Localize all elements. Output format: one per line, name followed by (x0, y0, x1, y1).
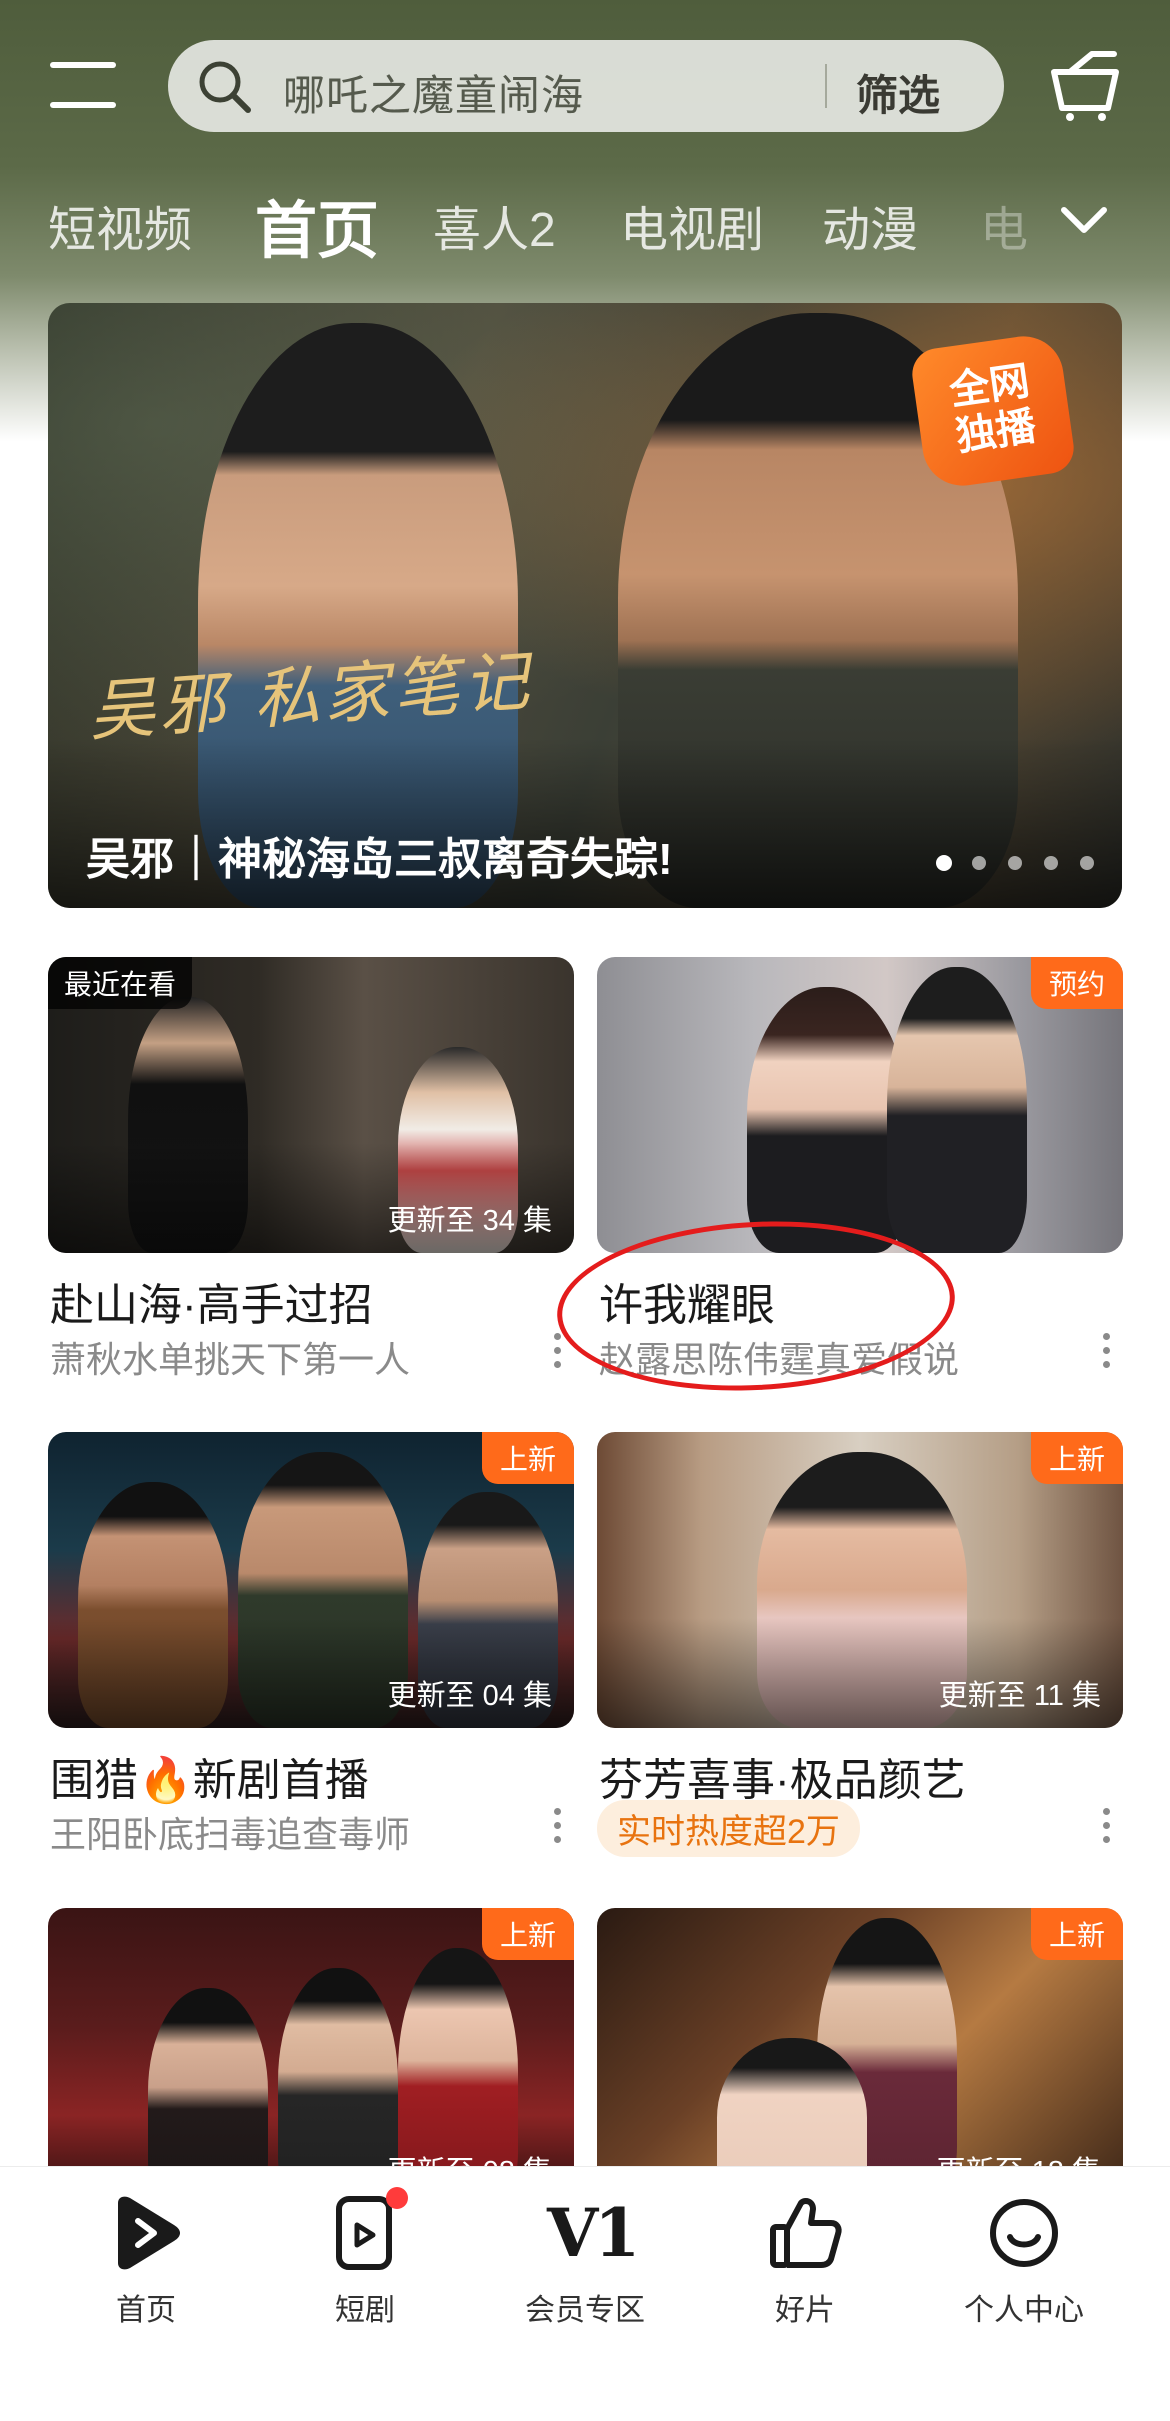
video-thumbnail[interactable]: 预约 (597, 957, 1123, 1253)
new-release-badge: 上新 (481, 1908, 574, 1960)
more-options-icon[interactable] (1101, 1806, 1111, 1846)
thumbnail-figure (887, 967, 1027, 1253)
chevron-down-icon[interactable] (1058, 200, 1110, 240)
video-thumbnail[interactable]: 上新 更新至 08 集 (48, 1908, 574, 2204)
carousel-dot (1044, 856, 1058, 870)
video-thumbnail[interactable]: 最近在看 更新至 34 集 (48, 957, 574, 1253)
card-subtitle: 萧秋水单挑天下第一人 (50, 1339, 411, 1380)
tab-movie[interactable]: 电 (980, 190, 1028, 260)
nav-item-good-picks[interactable]: 好片 (720, 2195, 890, 2327)
new-release-badge: 上新 (481, 1432, 574, 1484)
recently-watched-badge: 最近在看 (48, 957, 193, 1009)
video-card[interactable]: 上新 更新至 11 集 芬芳喜事·极品颜艺 实时热度超2万 (597, 1432, 1123, 1857)
nav-item-vip[interactable]: V1 会员专区 (500, 2194, 670, 2327)
more-options-icon[interactable] (552, 1331, 562, 1371)
video-thumbnail[interactable]: 上新 更新至 04 集 (48, 1432, 574, 1728)
new-release-badge: 上新 (1030, 1908, 1123, 1960)
reserve-badge: 预约 (1030, 957, 1123, 1009)
card-title: 围猎🔥新剧首播 (50, 1756, 369, 1805)
more-options-icon[interactable] (552, 1806, 562, 1846)
video-thumbnail[interactable]: 上新 更新至 11 集 (597, 1432, 1123, 1728)
video-card[interactable]: 上新 更新至 04 集 围猎🔥新剧首播 王阳卧底扫毒追查毒师 (48, 1432, 574, 1855)
thumbs-up-icon (770, 2198, 842, 2268)
menu-icon[interactable] (50, 62, 116, 110)
carousel-dot-active (936, 855, 952, 871)
filter-button[interactable]: 筛选 (856, 62, 940, 123)
shopping-cart-icon[interactable] (1048, 50, 1122, 122)
video-card[interactable]: 预约 许我耀眼 赵露思陈伟霆真爱假说 (597, 957, 1123, 1380)
nav-label: 会员专区 (525, 2294, 645, 2327)
tab-anime[interactable]: 动漫 (822, 190, 918, 260)
category-tabs: 短视频 首页 喜人2 电视剧 动漫 电 (0, 170, 1170, 270)
smile-face-icon (990, 2199, 1058, 2267)
search-bar[interactable]: 哪吒之魔童闹海 筛选 (168, 40, 1004, 132)
popularity-chip: 实时热度超2万 (597, 1800, 860, 1857)
card-subtitle: 王阳卧底扫毒追查毒师 (50, 1814, 411, 1855)
bottom-navigation: 首页 短剧 V1 会员专区 好片 个人中心 (0, 2166, 1170, 2421)
vip-v1-icon: V1 (547, 2194, 640, 2272)
episode-count: 更新至 34 集 (387, 1205, 552, 1237)
nav-label: 首页 (116, 2294, 176, 2327)
carousel-dot (1008, 856, 1022, 870)
video-card[interactable]: 上新 更新至 08 集 (48, 1908, 574, 2204)
tab-short-video[interactable]: 短视频 (48, 190, 192, 260)
new-release-badge: 上新 (1030, 1432, 1123, 1484)
tab-xiren2[interactable]: 喜人2 (433, 190, 556, 260)
card-title: 赴山海·高手过招 (50, 1281, 373, 1330)
carousel-dot (972, 856, 986, 870)
video-thumbnail[interactable]: 上新 更新至 18 集 (597, 1908, 1123, 2204)
nav-item-short-drama[interactable]: 短剧 (280, 2187, 450, 2327)
nav-item-home[interactable]: 首页 (61, 2195, 231, 2327)
hero-banner[interactable]: 吴邪 私家笔记 全网 独播 吴邪｜神秘海岛三叔离奇失踪! (48, 303, 1122, 908)
carousel-indicator[interactable] (936, 855, 1106, 872)
episode-count: 更新至 11 集 (938, 1680, 1101, 1712)
video-card[interactable]: 最近在看 更新至 34 集 赴山海·高手过招 萧秋水单挑天下第一人 (48, 957, 574, 1380)
nav-item-profile[interactable]: 个人中心 (939, 2195, 1109, 2327)
carousel-dot (1080, 856, 1094, 870)
card-title: 芬芳喜事·极品颜艺 (599, 1756, 966, 1805)
exclusive-badge: 全网 独播 (908, 331, 1078, 491)
search-icon (199, 61, 251, 113)
nav-label: 好片 (775, 2294, 835, 2327)
video-card[interactable]: 上新 更新至 18 集 (597, 1908, 1123, 2204)
more-options-icon[interactable] (1101, 1331, 1111, 1371)
search-input[interactable]: 哪吒之魔童闹海 (283, 62, 584, 123)
search-divider (825, 64, 827, 108)
episode-count: 更新至 04 集 (387, 1680, 552, 1712)
nav-label: 个人中心 (964, 2294, 1084, 2327)
thumbnail-figure (747, 987, 907, 1253)
play-logo-icon (118, 2196, 180, 2270)
tab-tv-series[interactable]: 电视剧 (620, 190, 764, 260)
nav-label: 短剧 (335, 2294, 395, 2327)
notification-dot (386, 2187, 408, 2209)
tab-home[interactable]: 首页 (255, 180, 379, 270)
banner-caption: 吴邪｜神秘海岛三叔离奇失踪! (86, 835, 673, 884)
